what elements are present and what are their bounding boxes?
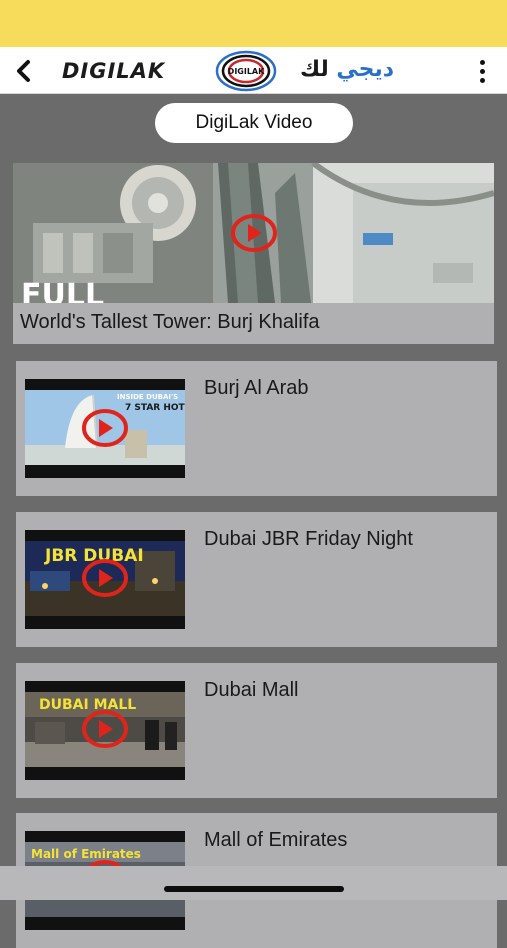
back-button[interactable] [10, 57, 38, 85]
video-card[interactable]: INSIDE DUBAI'S 7 STAR HOTEL Burj Al Arab [16, 361, 497, 496]
featured-video-thumbnail[interactable]: FULL [13, 163, 494, 303]
video-title[interactable]: Dubai JBR Friday Night [204, 528, 413, 551]
featured-thumb-caption: FULL [21, 278, 105, 304]
logo-arabic-part-1: ديجي [336, 57, 395, 82]
video-thumbnail[interactable]: DUBAI MALL [25, 681, 185, 780]
play-icon [82, 559, 128, 597]
featured-video-card[interactable]: FULL World's Tallest Tower: Burj Khalifa [13, 163, 494, 344]
home-indicator[interactable] [164, 886, 344, 892]
thumb-caption: 7 STAR HOTEL [125, 403, 185, 413]
video-thumbnail[interactable]: JBR DUBAI [25, 530, 185, 629]
play-icon [82, 409, 128, 447]
home-indicator-area [0, 866, 507, 900]
video-title[interactable]: Dubai Mall [204, 679, 298, 702]
video-card[interactable]: DUBAI MALL Dubai Mall [16, 663, 497, 798]
video-title[interactable]: Burj Al Arab [204, 377, 309, 400]
more-menu-button[interactable] [468, 55, 496, 87]
video-card[interactable]: JBR DUBAI Dubai JBR Friday Night [16, 512, 497, 647]
app-header: DIGILAK DIGILAK ديجي لك [0, 47, 507, 94]
logo-emblem-text: DIGILAK [228, 67, 265, 76]
page-title: DigiLak Video [155, 103, 353, 143]
play-icon [82, 710, 128, 748]
featured-video-title[interactable]: World's Tallest Tower: Burj Khalifa [20, 311, 320, 334]
logo-text: DIGILAK [62, 59, 166, 83]
dot-icon [479, 59, 485, 65]
status-bar [0, 0, 507, 47]
logo-arabic-part-2: لك [300, 57, 329, 82]
dot-icon [479, 68, 485, 74]
play-icon [231, 214, 277, 252]
video-thumbnail[interactable]: INSIDE DUBAI'S 7 STAR HOTEL [25, 379, 185, 478]
chevron-left-icon [17, 60, 30, 82]
logo-arabic: ديجي لك [300, 55, 394, 85]
video-title[interactable]: Mall of Emirates [204, 829, 347, 852]
thumb-caption: INSIDE DUBAI'S [117, 393, 179, 401]
logo-emblem-icon: DIGILAK [215, 50, 277, 92]
dot-icon [479, 77, 485, 83]
